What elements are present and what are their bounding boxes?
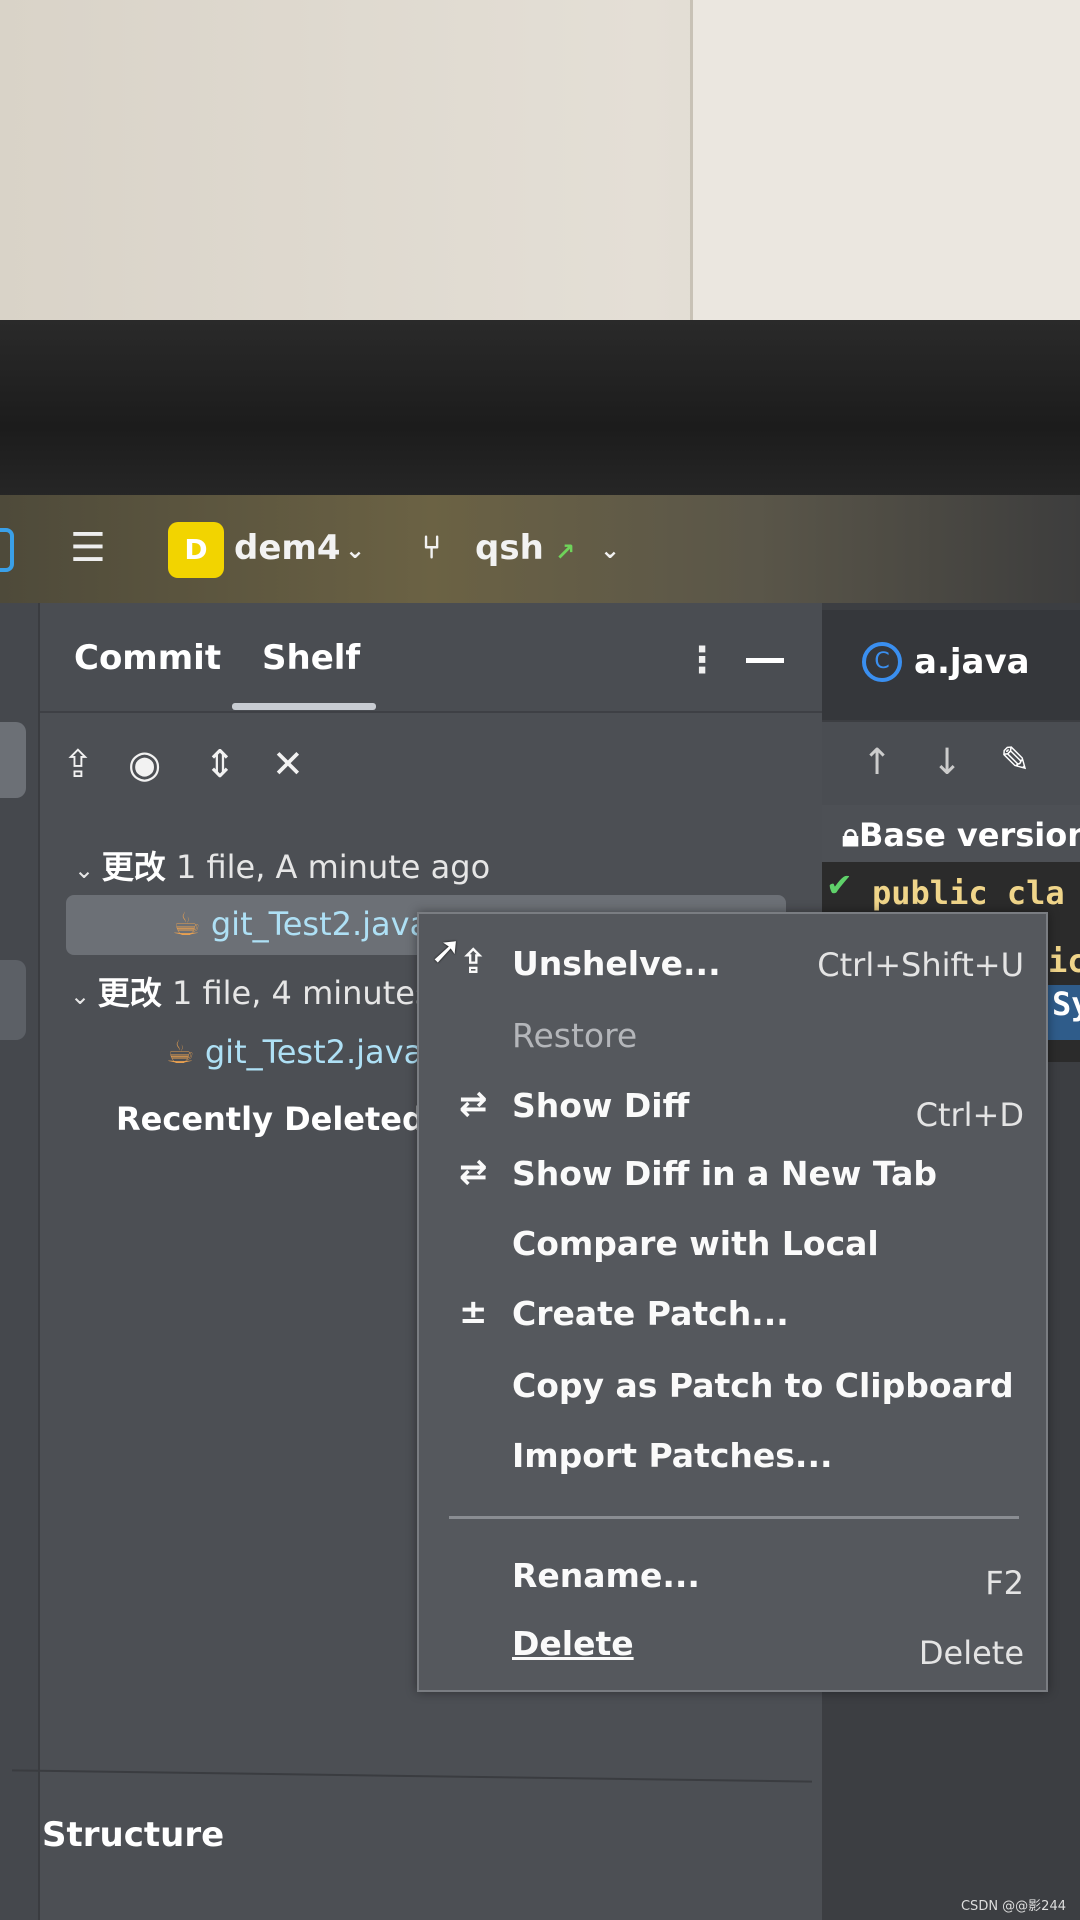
tab-shelf[interactable]: Shelf (262, 638, 360, 678)
arrow-up-icon[interactable]: ↑ (862, 742, 892, 783)
main-menu-icon[interactable]: ☰ (70, 525, 106, 571)
menu-item-compare-local[interactable]: Compare with Local (419, 1212, 1046, 1276)
monitor-bezel (0, 320, 1080, 498)
chevron-down-icon: ⌄ (74, 856, 102, 884)
project-badge[interactable]: D (168, 522, 224, 578)
arrow-down-icon[interactable]: ↓ (932, 742, 962, 783)
shelf-file-1[interactable]: ☕ git_Test2.java (172, 905, 429, 943)
more-options-icon[interactable]: ⋮ (684, 640, 720, 681)
app-logo-icon[interactable] (0, 528, 14, 572)
mouse-cursor-icon: ➚ (430, 928, 462, 972)
menu-item-shortcut: F2 (985, 1564, 1024, 1602)
menu-item-label: Rename... (512, 1556, 700, 1595)
chevron-down-icon[interactable]: ⌄ (600, 536, 620, 564)
java-class-icon: C (862, 642, 902, 682)
branch-name[interactable]: qsh (475, 528, 544, 568)
base-version-label: 🔒︎Base version (822, 805, 1080, 865)
collapse-all-icon[interactable]: ✕ (272, 742, 304, 786)
file-name: git_Test2.java (204, 1033, 424, 1071)
menu-item-label: Unshelve... (512, 944, 721, 983)
tab-commit[interactable]: Commit (74, 638, 221, 678)
minimize-icon[interactable] (746, 658, 784, 663)
menu-item-rename[interactable]: Rename... F2 (419, 1544, 1046, 1608)
tool-window-strip (0, 603, 40, 1920)
code-line: public cla (872, 874, 1065, 912)
menu-item-import-patches[interactable]: Import Patches... (419, 1424, 1046, 1488)
recently-deleted-node[interactable]: Recently Deleted (116, 1100, 425, 1138)
base-version-text: Base version (859, 816, 1080, 854)
changelist-meta: 1 file, A minute ago (175, 848, 491, 886)
menu-item-shortcut: Ctrl+Shift+U (817, 946, 1024, 984)
menu-item-shortcut: Ctrl+D (915, 1096, 1024, 1134)
code-line: ic (1048, 942, 1080, 980)
outgoing-arrow-icon: ↗ (555, 538, 576, 566)
java-file-icon: ☕ (166, 1033, 195, 1071)
file-name: git_Test2.java (210, 905, 430, 943)
commit-tool-button[interactable] (0, 722, 26, 798)
editor-tab-label: a.java (914, 642, 1030, 682)
diff-icon: ⇄ (459, 1084, 488, 1124)
menu-item-delete[interactable]: Delete Delete (419, 1612, 1046, 1676)
menu-separator (449, 1516, 1019, 1519)
tool-window-button[interactable] (0, 960, 26, 1040)
code-line: Sy (1052, 985, 1080, 1023)
menu-item-label: Show Diff in a New Tab (512, 1154, 938, 1193)
diff-toolbar: ↑ ↓ ✎ (822, 722, 1080, 810)
diff-icon: ⇄ (459, 1152, 488, 1192)
menu-item-label: Create Patch... (512, 1294, 789, 1333)
menu-item-shortcut: Delete (918, 1634, 1024, 1672)
project-name[interactable]: dem4 (234, 528, 340, 568)
watermark: CSDN @@影244 (960, 1899, 1066, 1914)
menu-item-create-patch[interactable]: ± Create Patch... (419, 1282, 1046, 1346)
changelist-name: 更改 (101, 848, 166, 886)
expand-all-icon[interactable]: ⇕ (204, 742, 236, 786)
structure-panel-title[interactable]: Structure (42, 1815, 224, 1855)
menu-item-copy-patch[interactable]: Copy as Patch to Clipboard (419, 1354, 1046, 1418)
check-icon: ✔ (826, 866, 853, 904)
menu-item-label: Copy as Patch to Clipboard (512, 1366, 1014, 1405)
branch-icon: ⑂ (422, 528, 442, 566)
chevron-down-icon: ⌄ (70, 982, 98, 1010)
plus-minus-icon: ± (459, 1292, 488, 1332)
tab-active-indicator (232, 703, 376, 710)
menu-item-label: Restore (512, 1016, 638, 1055)
chevron-down-icon[interactable]: ⌄ (345, 536, 365, 564)
java-file-icon: ☕ (172, 905, 201, 943)
menu-item-label: Import Patches... (512, 1436, 833, 1475)
menu-item-unshelve[interactable]: ⇪ Unshelve... Ctrl+Shift+U (419, 932, 1046, 996)
changelist-name: 更改 (97, 974, 162, 1012)
menu-item-label: Delete (512, 1624, 634, 1663)
menu-item-show-diff[interactable]: ⇄ Show Diff Ctrl+D (419, 1074, 1046, 1138)
unshelve-icon: ⇪ (459, 942, 488, 982)
menu-item-label: Show Diff (512, 1086, 690, 1125)
lock-icon: 🔒︎ (842, 816, 860, 854)
menu-item-show-diff-new-tab[interactable]: ⇄ Show Diff in a New Tab (419, 1142, 1046, 1206)
menu-item-restore[interactable]: Restore (419, 1004, 1046, 1068)
editor-tab-a-java[interactable]: C a.java (822, 610, 1080, 720)
edit-pencil-icon[interactable]: ✎ (1000, 740, 1030, 781)
unshelve-icon[interactable]: ⇪ (62, 742, 94, 786)
context-menu: ⇪ Unshelve... Ctrl+Shift+U Restore ⇄ Show D… (417, 912, 1048, 1692)
shelf-changelist-1[interactable]: ⌄ 更改 1 file, A minute ago (74, 842, 490, 888)
eye-preview-icon[interactable]: ◉ (128, 742, 161, 786)
menu-item-label: Compare with Local (512, 1224, 879, 1263)
shelf-file-2[interactable]: ☕ git_Test2.java (166, 1033, 423, 1071)
background-wall-panel (690, 0, 1080, 320)
